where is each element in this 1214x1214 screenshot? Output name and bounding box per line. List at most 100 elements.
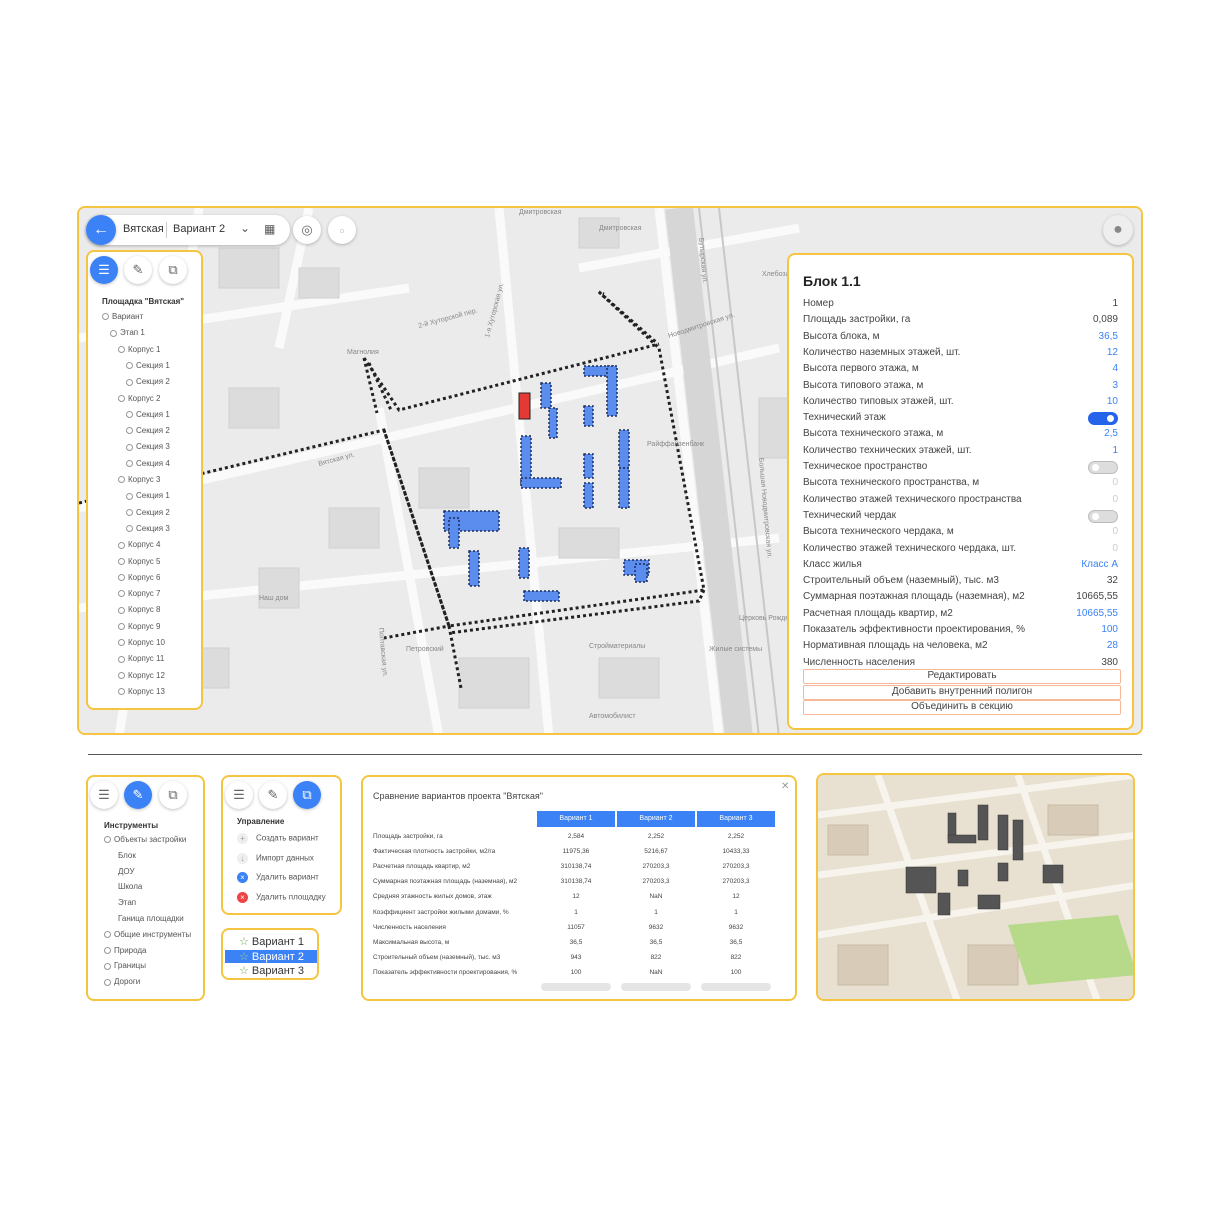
property-value[interactable]: Класс А (1081, 559, 1118, 570)
project-name[interactable]: Вятская (123, 223, 164, 235)
property-toggle[interactable] (1088, 509, 1118, 523)
variant-select[interactable]: Вариант 2 (173, 223, 225, 235)
star-icon[interactable]: ☆ (239, 965, 249, 977)
property-label: Класс жилья (803, 558, 862, 570)
property-row: Технический этаж (803, 412, 1118, 426)
tool-item[interactable]: Ганица площадки (118, 914, 184, 923)
compare-footer-button[interactable] (541, 983, 611, 991)
tree-item[interactable]: Корпус 3 (118, 475, 160, 484)
tool-item[interactable]: Общие инструменты (104, 930, 191, 939)
variant-item[interactable]: ☆ Вариант 2 (225, 949, 317, 963)
tree-tab-button[interactable]: ☰ (90, 781, 118, 809)
tree-item[interactable]: Секция 3 (126, 524, 170, 533)
layers-tab-button[interactable]: ⧉ (293, 781, 321, 809)
edit-tab-button[interactable]: ✎ (124, 256, 152, 284)
tool-item[interactable]: Блок (118, 851, 136, 860)
tree-item[interactable]: Корпус 11 (118, 654, 164, 663)
layers-tab-button[interactable]: ⧉ (159, 256, 187, 284)
tree-item[interactable]: Секция 1 (126, 410, 170, 419)
management-item[interactable]: + Создать вариант (237, 833, 319, 844)
management-item[interactable]: × Удалить площадку (237, 891, 326, 903)
property-toggle[interactable] (1088, 461, 1118, 474)
tree-item[interactable]: Корпус 9 (118, 622, 160, 631)
tree-item[interactable]: Корпус 13 (118, 687, 165, 696)
layers-tab-button[interactable]: ⧉ (159, 781, 187, 809)
calculator-icon[interactable]: ▦ (264, 222, 275, 236)
tree-item[interactable]: Секция 2 (126, 508, 170, 517)
property-value[interactable]: 10665,55 (1076, 608, 1118, 619)
compare-cell: 9632 (728, 923, 744, 931)
tool-item[interactable]: Школа (118, 882, 142, 891)
property-value[interactable]: 36,5 (1099, 331, 1118, 342)
tree-item[interactable]: Корпус 4 (118, 540, 160, 549)
tool-item[interactable]: Природа (104, 946, 147, 955)
tool-item[interactable]: Дороги (104, 977, 140, 986)
compare-column-header[interactable]: Вариант 1 (537, 811, 615, 827)
property-value[interactable]: 12 (1107, 347, 1118, 358)
property-value[interactable]: 1 (1112, 445, 1118, 456)
tree-item[interactable]: Корпус 2 (118, 394, 160, 403)
back-button[interactable]: ← (86, 215, 116, 245)
property-value: 380 (1101, 656, 1118, 668)
tree-item[interactable]: Вариант (102, 312, 143, 321)
property-value[interactable]: 10 (1107, 396, 1118, 407)
tree-item[interactable]: Корпус 8 (118, 605, 160, 614)
tree-item[interactable]: Корпус 12 (118, 671, 165, 680)
block-action-button[interactable]: Добавить внутренний полигон (803, 684, 1121, 700)
user-avatar[interactable]: ● (1103, 215, 1133, 245)
tree-item-label: Корпус 1 (128, 344, 161, 354)
compare-cell: 2,252 (727, 833, 745, 840)
variant-item[interactable]: ☆ Вариант 1 (225, 935, 317, 948)
block-action-button[interactable]: Объединить в секцию (803, 700, 1121, 715)
property-row: Высота технического пространства, м 0 (803, 477, 1118, 491)
star-icon[interactable]: ☆ (239, 951, 249, 963)
property-row: Высота типового этажа, м 3 (803, 380, 1118, 394)
property-row: Количество этажей технического чердака, … (803, 543, 1118, 557)
chevron-down-icon[interactable]: ⌄ (240, 221, 250, 235)
tool-item[interactable]: ДОУ (118, 867, 135, 876)
tree-item[interactable]: Корпус 6 (118, 573, 160, 582)
block-action-button[interactable]: Редактировать (803, 669, 1121, 684)
property-value[interactable]: 2,5 (1104, 428, 1118, 439)
target-button[interactable]: ◎ (293, 216, 321, 244)
property-value[interactable]: 28 (1107, 640, 1118, 651)
tree-item[interactable]: Корпус 10 (118, 638, 165, 647)
edit-tab-button[interactable]: ✎ (124, 781, 152, 809)
tree-item[interactable]: Корпус 1 (118, 345, 160, 354)
edit-tab-button[interactable]: ✎ (259, 781, 287, 809)
tree-tab-button[interactable]: ☰ (225, 781, 253, 809)
tree-item[interactable]: Секция 3 (126, 442, 170, 451)
save-button[interactable]: ▫ (328, 216, 356, 244)
tree-item[interactable]: Секция 4 (126, 459, 170, 468)
property-value[interactable]: 4 (1112, 363, 1118, 374)
tree-item[interactable]: Секция 2 (126, 377, 170, 386)
variant-item[interactable]: ☆ Вариант 3 (225, 964, 317, 977)
star-icon[interactable]: ☆ (239, 936, 249, 948)
selected-block[interactable] (518, 392, 531, 420)
management-item[interactable]: ↓ Импорт данных (237, 852, 314, 864)
tool-item[interactable]: Границы (104, 961, 146, 970)
tree-item[interactable]: Секция 1 (126, 491, 170, 500)
tree-item[interactable]: Секция 2 (126, 426, 170, 435)
management-item[interactable]: × Удалить вариант (237, 872, 319, 883)
tool-item[interactable]: Объекты застройки (104, 835, 186, 844)
property-value[interactable]: 3 (1112, 380, 1118, 391)
radio-icon (126, 378, 133, 386)
property-value: 0 (1112, 526, 1118, 538)
compare-footer-button[interactable] (701, 983, 771, 991)
3d-view-panel[interactable] (816, 773, 1135, 1001)
list-icon: ☰ (98, 787, 110, 802)
tree-item[interactable]: Секция 1 (126, 361, 170, 370)
tool-item[interactable]: Этап (118, 898, 136, 907)
close-icon[interactable]: ✕ (781, 781, 789, 792)
compare-column-header[interactable]: Вариант 3 (697, 811, 775, 827)
property-toggle[interactable] (1088, 412, 1118, 426)
tree-item[interactable]: Корпус 5 (118, 557, 160, 566)
compare-cell: 12 (572, 893, 580, 901)
compare-column-header[interactable]: Вариант 2 (617, 811, 695, 827)
tree-item[interactable]: Корпус 7 (118, 589, 160, 598)
tree-tab-button[interactable]: ☰ (90, 256, 118, 284)
tree-item[interactable]: Этап 1 (110, 328, 145, 337)
compare-footer-button[interactable] (621, 983, 691, 991)
property-value[interactable]: 100 (1101, 624, 1118, 635)
